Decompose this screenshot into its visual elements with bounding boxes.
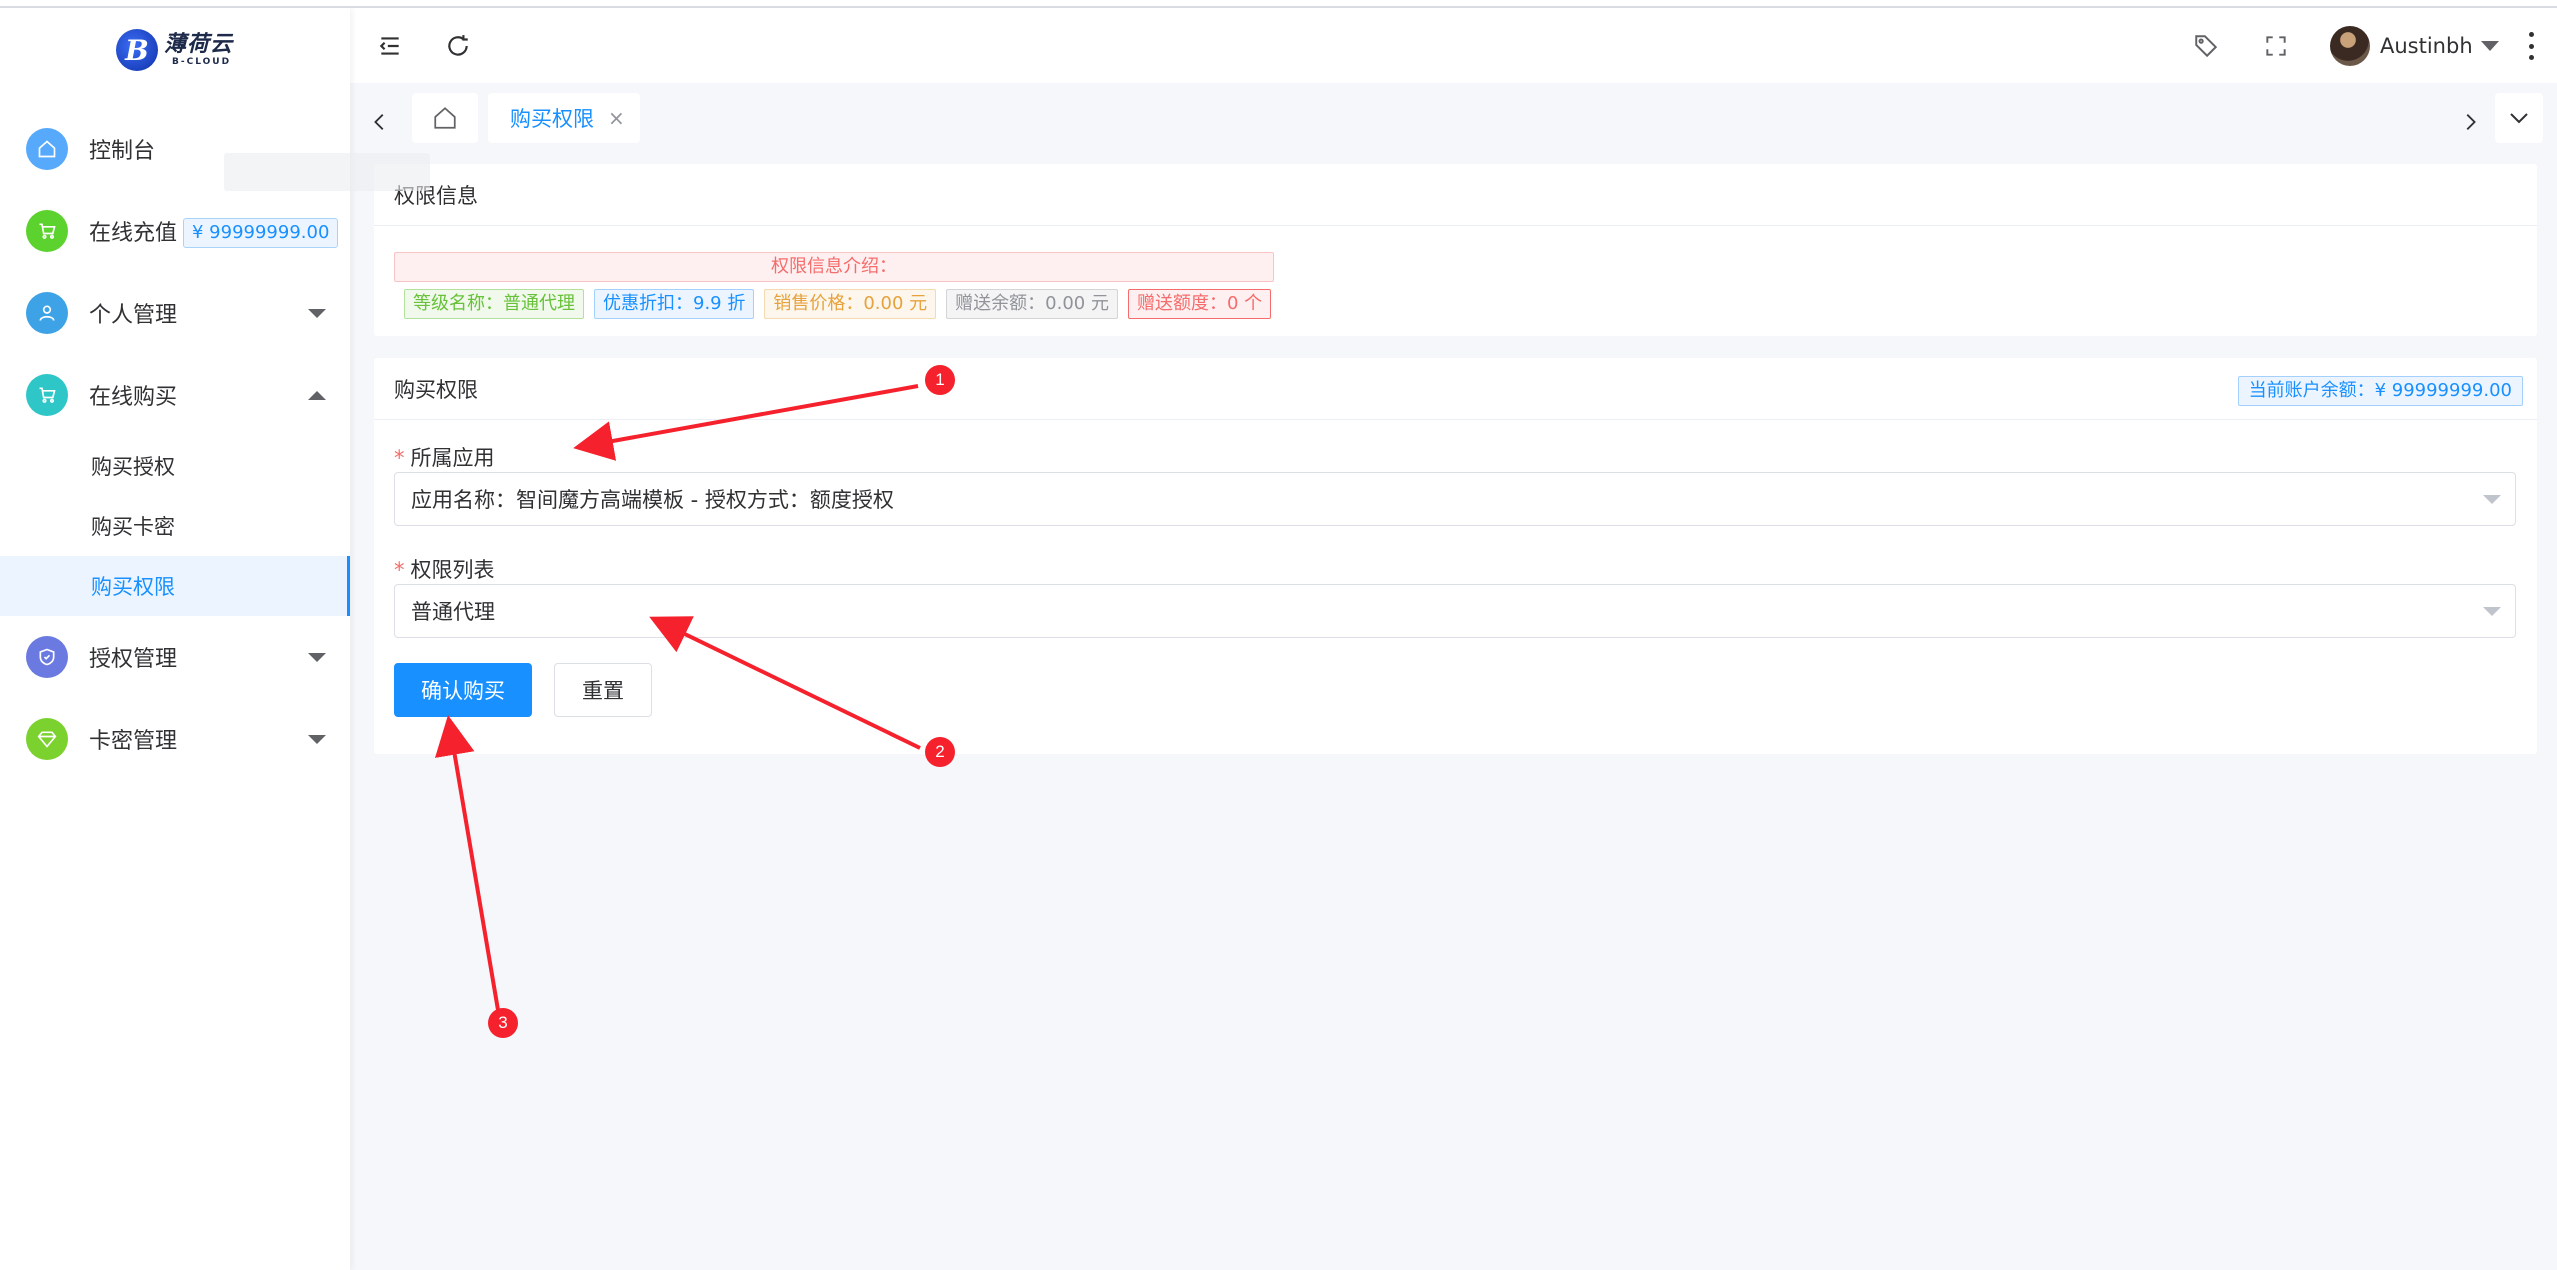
home-icon xyxy=(26,128,68,170)
logo-name-cn: 薄荷云 xyxy=(164,32,234,57)
permission-field-label: * 权限列表 xyxy=(394,554,495,584)
caret-down-icon xyxy=(2483,495,2501,504)
sidebar-subitem-buy-card[interactable]: 购买卡密 xyxy=(0,496,350,556)
permission-info-card: 权限信息 权限信息介绍： 等级名称：普通代理 优惠折扣：9.9 折 销售价格：0… xyxy=(374,164,2537,336)
gift-quota-tag: 赠送额度：0 个 xyxy=(1127,289,1272,319)
home-icon xyxy=(434,107,456,129)
cart-icon xyxy=(26,374,68,416)
level-tag: 等级名称：普通代理 xyxy=(404,289,584,319)
refresh-icon[interactable] xyxy=(442,30,474,62)
card-title: 权限信息 xyxy=(374,164,2537,226)
avatar xyxy=(2330,26,2370,66)
chevron-down-icon xyxy=(308,652,326,662)
diamond-icon xyxy=(26,718,68,760)
more-vertical-icon[interactable] xyxy=(2527,32,2535,60)
tab-home[interactable] xyxy=(412,93,478,143)
chevron-up-icon xyxy=(308,390,326,400)
username: Austinbh xyxy=(2380,34,2473,58)
app-field-label: * 所属应用 xyxy=(394,442,495,472)
info-tags: 等级名称：普通代理 优惠折扣：9.9 折 销售价格：0.00 元 赠送余额：0.… xyxy=(404,289,1272,319)
app-select-value: 应用名称：智间魔方高端模板 - 授权方式：额度授权 xyxy=(411,488,894,512)
cart-icon xyxy=(26,210,68,252)
required-mark: * xyxy=(394,558,405,582)
caret-down-icon xyxy=(2483,607,2501,616)
card-header: 购买权限 当前账户余额：¥ 99999999.00 xyxy=(374,358,2537,420)
sidebar-menu: 控制台 在线充值 ¥ 99999999.00 个人管理 在线购买 购买授权 购买… xyxy=(0,108,350,780)
logo-mark: B xyxy=(116,29,158,71)
sidebar-subitem-buy-license[interactable]: 购买授权 xyxy=(0,436,350,496)
card-title: 购买权限 xyxy=(394,377,478,402)
caret-down-icon xyxy=(2480,41,2499,51)
user-menu[interactable]: Austinbh xyxy=(2330,25,2499,67)
tabs-bar: 购买权限 × xyxy=(350,83,2557,153)
intro-alert: 权限信息介绍： xyxy=(394,252,1274,282)
sidebar-item-label: 卡密管理 xyxy=(89,729,178,754)
ghost-tooltip xyxy=(224,153,430,191)
sidebar-item-recharge[interactable]: 在线充值 ¥ 99999999.00 xyxy=(0,190,350,272)
required-mark: * xyxy=(394,446,405,470)
purchase-permission-card: 购买权限 当前账户余额：¥ 99999999.00 * 所属应用 应用名称：智间魔… xyxy=(374,358,2537,754)
permission-select-value: 普通代理 xyxy=(411,600,495,624)
logo-text: 薄荷云 B-CLOUD xyxy=(164,32,234,68)
user-icon xyxy=(26,292,68,334)
tabs-scroll-left-icon[interactable] xyxy=(358,100,402,144)
label-text: 权限列表 xyxy=(410,558,495,582)
top-header: Austinbh xyxy=(350,8,2557,83)
annotation-badge-2: 2 xyxy=(925,737,955,767)
annotation-badge-1: 1 xyxy=(925,365,955,395)
shield-icon xyxy=(26,636,68,678)
price-tag: 销售价格：0.00 元 xyxy=(764,289,937,319)
gift-balance-tag: 赠送余额：0.00 元 xyxy=(946,289,1118,319)
annotation-badge-3: 3 xyxy=(488,1008,518,1038)
balance-badge: ¥ 99999999.00 xyxy=(183,218,339,248)
sidebar-item-label: 在线购买 xyxy=(89,385,178,410)
sidebar-item-personal[interactable]: 个人管理 xyxy=(0,272,350,354)
close-icon[interactable]: × xyxy=(608,106,625,130)
fullscreen-icon[interactable] xyxy=(2260,30,2292,62)
logo[interactable]: B 薄荷云 B-CLOUD xyxy=(116,25,233,75)
chevron-down-icon xyxy=(308,734,326,744)
tabs-dropdown-button[interactable] xyxy=(2495,93,2543,143)
sidebar-subitem-buy-permission[interactable]: 购买权限 xyxy=(0,556,350,616)
tab-buy-permission[interactable]: 购买权限 × xyxy=(488,93,640,143)
menu-fold-icon[interactable] xyxy=(374,30,406,62)
sidebar-item-label: 控制台 xyxy=(89,139,156,164)
account-balance-badge: 当前账户余额：¥ 99999999.00 xyxy=(2237,376,2523,406)
sidebar-item-purchase[interactable]: 在线购买 xyxy=(0,354,350,436)
permission-select[interactable]: 普通代理 xyxy=(394,584,2516,638)
discount-tag: 优惠折扣：9.9 折 xyxy=(594,289,755,319)
chevron-down-icon xyxy=(308,308,326,318)
sidebar: B 薄荷云 B-CLOUD 控制台 在线充值 ¥ 99999999.00 个人管… xyxy=(0,8,430,1270)
sidebar-item-card[interactable]: 卡密管理 xyxy=(0,698,350,780)
label-text: 所属应用 xyxy=(410,446,495,470)
chevron-down-icon xyxy=(2510,113,2528,124)
tab-label: 购买权限 xyxy=(510,107,594,131)
tag-icon[interactable] xyxy=(2190,30,2222,62)
reset-button[interactable]: 重置 xyxy=(554,663,652,717)
confirm-purchase-button[interactable]: 确认购买 xyxy=(394,663,532,717)
logo-name-en: B-CLOUD xyxy=(172,57,232,67)
app-select[interactable]: 应用名称：智间魔方高端模板 - 授权方式：额度授权 xyxy=(394,472,2516,526)
arrow-3 xyxy=(434,715,500,1011)
top-border xyxy=(0,0,2557,8)
sidebar-item-label: 在线充值 xyxy=(89,221,178,246)
sidebar-item-label: 个人管理 xyxy=(89,303,178,328)
sidebar-item-auth[interactable]: 授权管理 xyxy=(0,616,350,698)
sidebar-item-label: 授权管理 xyxy=(89,647,178,672)
tabs-scroll-right-icon[interactable] xyxy=(2448,100,2492,144)
